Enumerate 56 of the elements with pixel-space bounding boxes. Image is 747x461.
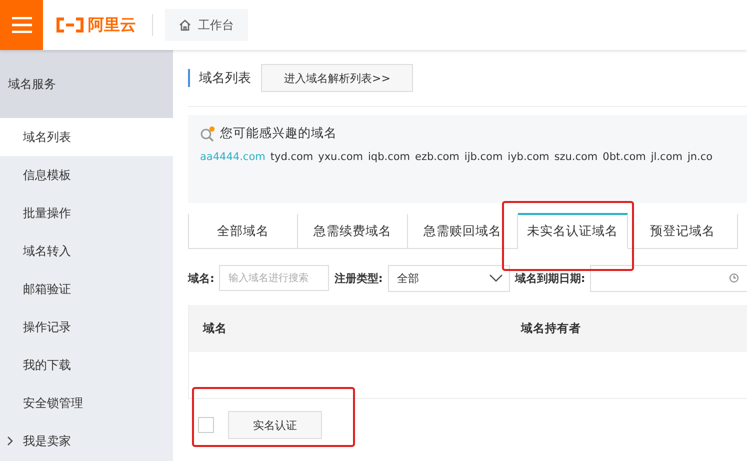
tab[interactable]: 急需续费域名 (298, 213, 408, 249)
menu-button[interactable] (0, 0, 43, 50)
type-select[interactable]: 全部 (388, 264, 510, 292)
suggestion-title: 您可能感兴趣的域名 (220, 125, 337, 142)
sidebar-item[interactable]: 域名转入 (0, 232, 173, 270)
sidebar-item[interactable]: 我是卖家 (0, 422, 173, 460)
filter-label: 域名到期日期: (514, 270, 586, 286)
domain-search-field[interactable]: 输入域名进行搜索 (219, 265, 330, 291)
sidebar-item[interactable]: 信息模板 (0, 156, 173, 194)
verify-button[interactable]: 实名认证 (228, 411, 322, 439)
sidebar-label: 域名列表 (23, 128, 71, 146)
sidebar-item[interactable]: 邮箱验证 (0, 270, 173, 308)
sidebar-item[interactable]: 安全锁管理 (0, 384, 173, 422)
domain-link[interactable]: iqb.com (368, 151, 410, 163)
sidebar-label: 批量操作 (23, 204, 71, 222)
tab[interactable]: 急需赎回域名 (408, 213, 518, 249)
chevron-icon (6, 436, 14, 446)
domain-link[interactable]: jl.com (650, 151, 682, 163)
sidebar-label: 操作记录 (23, 318, 71, 336)
domain-link[interactable]: ijb.com (464, 151, 503, 163)
menu-icon (12, 17, 32, 33)
domain-link[interactable]: yxu.com (318, 151, 363, 163)
sidebar-label: 我的下载 (23, 356, 71, 374)
domain-link[interactable]: szu.com (554, 151, 598, 163)
sidebar-item[interactable]: 域名列表 (0, 118, 173, 156)
checkbox[interactable] (198, 417, 214, 433)
clock-icon (729, 273, 739, 283)
sidebar-label: 安全锁管理 (23, 394, 83, 412)
filter-label: 注册类型: (334, 270, 383, 286)
tab[interactable]: 预登记域名 (628, 213, 738, 249)
domain-link[interactable]: jn.co (687, 151, 713, 163)
sidebar-label: 信息模板 (23, 166, 71, 184)
sidebar-label: 我是卖家 (23, 432, 71, 450)
home-icon (179, 19, 191, 31)
domain-link[interactable]: 0bt.com (602, 151, 646, 163)
sidebar-item[interactable]: 批量操作 (0, 194, 173, 232)
sidebar-item[interactable]: 我的下载 (0, 346, 173, 384)
sidebar-item[interactable]: 操作记录 (0, 308, 173, 346)
date-field[interactable] (590, 264, 747, 292)
tab[interactable]: 未实名认证域名 (518, 213, 628, 249)
logo-text: 阿里云 (88, 14, 136, 36)
chevron-icon (488, 274, 503, 282)
filter-label: 域名: (188, 270, 214, 286)
sidebar-label: 邮箱验证 (23, 280, 71, 298)
sidebar-title: 域名服务 (0, 50, 173, 118)
domain-link[interactable]: iyb.com (508, 151, 550, 163)
dns-list-button[interactable]: 进入域名解析列表>> (261, 64, 414, 92)
column-header: 域名 (203, 321, 228, 336)
domain-link[interactable]: ezb.com (415, 151, 460, 163)
search-icon (200, 126, 216, 142)
domain-link[interactable]: tyd.com (270, 151, 314, 163)
logo-icon (55, 17, 85, 33)
tab[interactable]: 全部域名 (188, 213, 298, 249)
workbench-button[interactable]: 工作台 (165, 9, 248, 41)
column-header: 域名持有者 (521, 321, 581, 336)
sidebar-label: 域名转入 (23, 242, 71, 260)
